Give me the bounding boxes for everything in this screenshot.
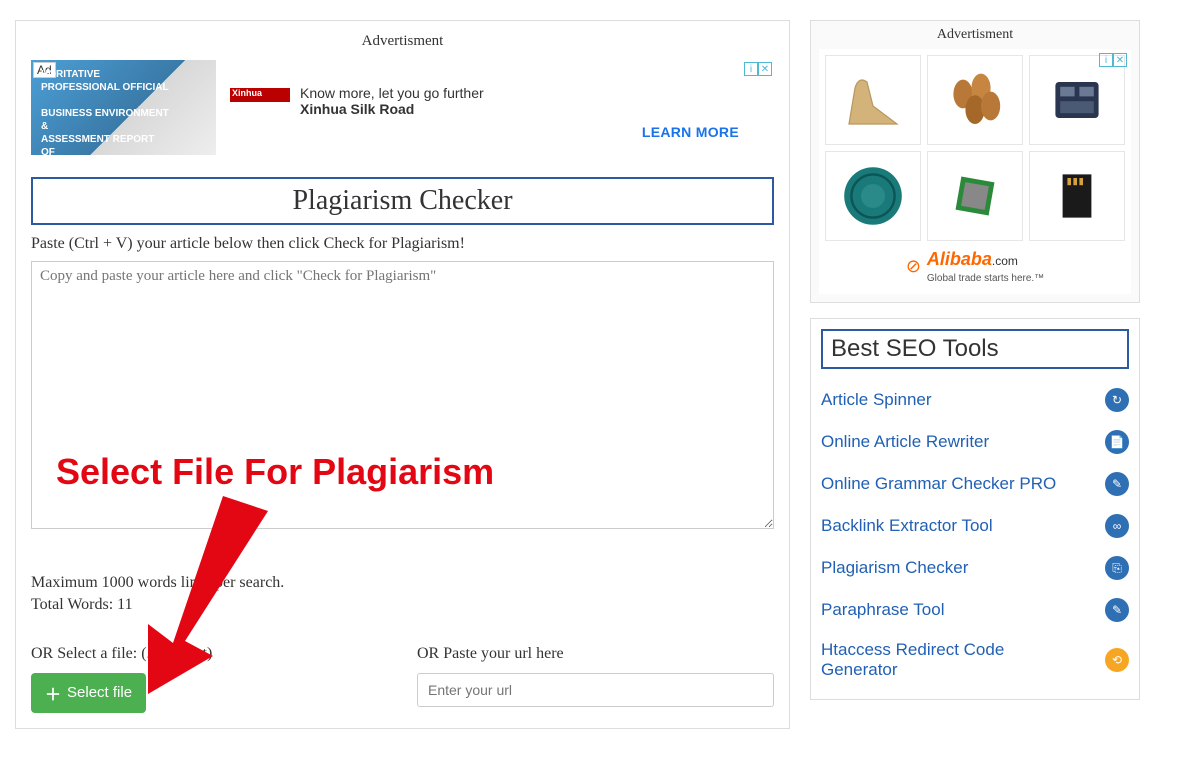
plus-icon: ＋: [45, 681, 61, 705]
tool-link-rewrite[interactable]: Online Article Rewriter 📄: [821, 421, 1129, 463]
article-textarea[interactable]: [31, 261, 774, 529]
page-title: Plagiarism Checker: [33, 185, 772, 217]
product-cell-cushion[interactable]: [825, 151, 921, 241]
sidebar-ad[interactable]: i ✕ ⊘ Alibaba.comGlobal trade starts her…: [819, 49, 1131, 294]
product-grid: [825, 55, 1125, 241]
file-select-label: OR Select a file: (.docx/.txt): [31, 645, 407, 663]
sidebar: Advertisment i ✕ ⊘ Alibaba.comGlobal tra…: [810, 20, 1140, 729]
spin-icon: ↻: [1105, 388, 1129, 412]
tool-link-para[interactable]: Paraphrase Tool ✎: [821, 589, 1129, 631]
select-file-button[interactable]: ＋ Select file: [31, 673, 146, 713]
ad-label: Advertisment: [31, 33, 774, 50]
sidebar-ad-box: Advertisment i ✕ ⊘ Alibaba.comGlobal tra…: [810, 20, 1140, 303]
redirect-icon: ⟲: [1105, 648, 1129, 672]
ad-cta-link[interactable]: LEARN MORE: [642, 124, 739, 140]
main-ad-banner[interactable]: Ad HORITATIVE PROFESSIONAL OFFICIALBUSIN…: [31, 60, 774, 155]
tool-label: Online Article Rewriter: [821, 432, 989, 452]
tool-link-spin[interactable]: Article Spinner ↻: [821, 379, 1129, 421]
url-input[interactable]: [417, 673, 774, 707]
ad-overlay-text: HORITATIVE PROFESSIONAL OFFICIALBUSINESS…: [41, 68, 176, 155]
instruction-text: Paste (Ctrl + V) your article below then…: [31, 235, 774, 253]
tool-link-backlink[interactable]: Backlink Extractor Tool ∞: [821, 505, 1129, 547]
product-cell-heel[interactable]: [825, 55, 921, 145]
max-words-text: Maximum 1000 words limit per search.: [31, 572, 774, 594]
tools-title: Best SEO Tools: [821, 329, 1129, 369]
tool-link-plag[interactable]: Plagiarism Checker ⎘: [821, 547, 1129, 589]
tool-label: Online Grammar Checker PRO: [821, 474, 1056, 494]
ad-text-block: Know more, let you go further Xinhua Sil…: [230, 85, 484, 117]
alibaba-logo[interactable]: ⊘ Alibaba.comGlobal trade starts here.™: [825, 241, 1125, 288]
product-cell-storage[interactable]: [1029, 55, 1125, 145]
ad-controls: i ✕: [744, 62, 772, 76]
tool-label: Htaccess Redirect Code Generator: [821, 640, 1071, 680]
para-icon: ✎: [1105, 598, 1129, 622]
select-file-button-label: Select file: [67, 684, 132, 701]
sidebar-ad-label: Advertisment: [811, 21, 1139, 45]
tool-label: Plagiarism Checker: [821, 558, 968, 578]
ad-advertiser: Xinhua Silk Road: [300, 101, 484, 117]
rewrite-icon: 📄: [1105, 430, 1129, 454]
ad-close-icon[interactable]: ✕: [758, 62, 772, 76]
ad-headline: Know more, let you go further: [300, 85, 484, 101]
backlink-icon: ∞: [1105, 514, 1129, 538]
main-panel: Advertisment Ad HORITATIVE PROFESSIONAL …: [15, 20, 790, 729]
tool-label: Paraphrase Tool: [821, 600, 945, 620]
ad-info-icon[interactable]: i: [744, 62, 758, 76]
tool-link-redirect[interactable]: Htaccess Redirect Code Generator ⟲: [821, 631, 1129, 689]
total-words-text: Total Words: 11: [31, 594, 774, 616]
limits-block: Maximum 1000 words limit per search. Tot…: [31, 572, 774, 617]
tool-link-grammar[interactable]: Online Grammar Checker PRO ✎: [821, 463, 1129, 505]
url-input-label: OR Paste your url here: [417, 645, 774, 663]
product-cell-cpu[interactable]: [927, 151, 1023, 241]
grammar-icon: ✎: [1105, 472, 1129, 496]
product-cell-sdcard[interactable]: [1029, 151, 1125, 241]
page-title-box: Plagiarism Checker: [31, 177, 774, 225]
ad-image: Ad HORITATIVE PROFESSIONAL OFFICIALBUSIN…: [31, 60, 216, 155]
xinhua-logo-icon: [230, 88, 290, 102]
sidebar-ad-close-icon[interactable]: ✕: [1113, 53, 1127, 67]
tools-panel: Best SEO Tools Article Spinner ↻ Online Ar…: [810, 318, 1140, 700]
product-cell-almonds[interactable]: [927, 55, 1023, 145]
tool-label: Backlink Extractor Tool: [821, 516, 993, 536]
plag-icon: ⎘: [1105, 556, 1129, 580]
sidebar-ad-info-icon[interactable]: i: [1099, 53, 1113, 67]
tool-label: Article Spinner: [821, 390, 932, 410]
